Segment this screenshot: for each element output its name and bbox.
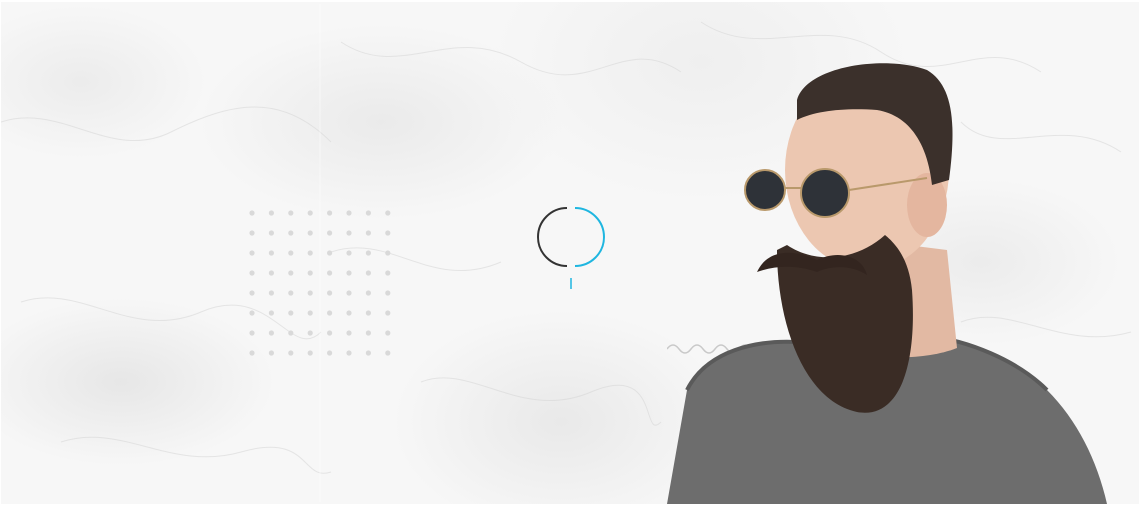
grid-dot	[327, 250, 333, 256]
grid-dot	[268, 270, 274, 276]
grid-dot	[307, 250, 313, 256]
grid-dot	[249, 250, 255, 256]
grid-dot	[307, 270, 313, 276]
grid-dot	[385, 250, 391, 256]
grid-dot	[268, 210, 274, 216]
grid-dot	[288, 210, 294, 216]
grid-dot	[327, 230, 333, 236]
grid-dot	[346, 210, 352, 216]
portrait-image	[627, 60, 1117, 504]
grid-dot	[307, 350, 313, 356]
grid-dot	[385, 330, 391, 336]
dot-grid-decoration	[245, 206, 395, 356]
grid-dot	[346, 350, 352, 356]
grid-dot	[288, 350, 294, 356]
grid-dot	[307, 290, 313, 296]
grid-dot	[249, 350, 255, 356]
grid-dot	[288, 250, 294, 256]
grid-dot	[346, 250, 352, 256]
grid-dot	[249, 330, 255, 336]
grid-dot	[307, 310, 313, 316]
grid-dot	[307, 330, 313, 336]
grid-dot	[346, 270, 352, 276]
grid-dot	[365, 310, 371, 316]
grid-dot	[365, 350, 371, 356]
grid-dot	[249, 270, 255, 276]
grid-dot	[268, 350, 274, 356]
grid-dot	[365, 330, 371, 336]
grid-dot	[385, 230, 391, 236]
grid-dot	[365, 250, 371, 256]
grid-dot	[385, 310, 391, 316]
grid-dot	[365, 230, 371, 236]
grid-dot	[365, 270, 371, 276]
grid-dot	[385, 290, 391, 296]
grid-dot	[327, 270, 333, 276]
grid-dot	[327, 350, 333, 356]
grid-dot	[268, 230, 274, 236]
grid-dot	[307, 230, 313, 236]
grid-dot	[327, 290, 333, 296]
grid-dot	[327, 310, 333, 316]
loading-spinner-icon	[535, 205, 607, 295]
grid-dot	[346, 310, 352, 316]
grid-dot	[288, 230, 294, 236]
grid-dot	[385, 350, 391, 356]
grid-dot	[288, 290, 294, 296]
grid-dot	[288, 270, 294, 276]
grid-dot	[268, 330, 274, 336]
grid-dot	[346, 230, 352, 236]
grid-dot	[249, 310, 255, 316]
grid-dot	[249, 290, 255, 296]
grid-dot	[268, 290, 274, 296]
grid-dot	[365, 210, 371, 216]
grid-dot	[385, 270, 391, 276]
grid-dot	[249, 230, 255, 236]
grid-dot	[365, 290, 371, 296]
grid-dot	[327, 330, 333, 336]
grid-dot	[249, 210, 255, 216]
grid-dot	[288, 330, 294, 336]
grid-dot	[346, 290, 352, 296]
grid-dot	[288, 310, 294, 316]
grid-dot	[346, 330, 352, 336]
grid-dot	[307, 210, 313, 216]
grid-dot	[268, 250, 274, 256]
grid-dot	[327, 210, 333, 216]
grid-dot	[385, 210, 391, 216]
grid-dot	[268, 310, 274, 316]
hero-banner	[1, 2, 1139, 504]
